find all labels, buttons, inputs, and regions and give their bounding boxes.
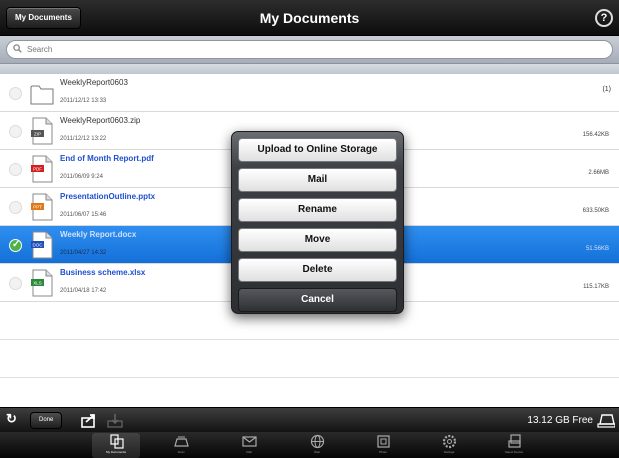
tab-label: Select Device	[504, 450, 524, 454]
file-size: 115.17KB	[583, 284, 609, 290]
my-documents-button[interactable]: My Documents	[6, 7, 81, 29]
upload-to-online-storage-button[interactable]: Upload to Online Storage	[238, 138, 397, 162]
empty-row	[0, 340, 619, 378]
tab-scan[interactable]: Scan	[157, 433, 205, 458]
done-button[interactable]: Done	[30, 412, 63, 429]
free-space-label: 13.12 GB Free	[527, 415, 593, 426]
search-bar	[0, 36, 619, 64]
file-date: 2011/04/18 17:42	[60, 288, 107, 294]
docx-file-icon: DOC	[31, 231, 53, 259]
photo-tab-icon	[376, 435, 390, 448]
documents-tab-icon	[109, 434, 124, 449]
file-size: 2.66MB	[588, 170, 609, 176]
file-size: 156.42KB	[582, 132, 609, 138]
scan-tab-icon	[173, 436, 189, 447]
file-date: 2011/12/12 13:33	[60, 98, 107, 104]
refresh-icon[interactable]: ↻	[6, 411, 24, 429]
file-name: WeeklyReport0603.zip	[60, 116, 141, 125]
tab-settings[interactable]: Settings	[425, 433, 473, 458]
file-name: Weekly Report.docx	[60, 230, 137, 239]
navigation-bar: My Documents My Documents ?	[0, 0, 619, 36]
tab-label: Scan	[177, 450, 185, 454]
selection-radio[interactable]	[9, 201, 22, 214]
tab-label: My Documents	[105, 450, 126, 454]
search-field[interactable]	[6, 40, 613, 59]
mail-tab-icon	[241, 436, 257, 447]
list-header-divider	[0, 64, 619, 74]
share-icon[interactable]	[80, 412, 98, 429]
selection-radio[interactable]	[9, 277, 22, 290]
file-badge: ZIP	[34, 132, 41, 137]
file-date: 2011/06/09 9:24	[60, 174, 103, 180]
download-icon[interactable]	[106, 412, 124, 429]
tab-label: Web	[313, 450, 321, 454]
file-size: 633.50KB	[582, 208, 609, 214]
item-count: (1)	[602, 86, 611, 93]
web-tab-icon	[310, 434, 324, 449]
file-badge: XLS	[33, 281, 42, 286]
file-badge: PDF	[33, 167, 42, 172]
file-size: 51.56KB	[585, 246, 609, 252]
mail-button[interactable]: Mail	[238, 168, 397, 192]
pdf-file-icon: PDF	[31, 155, 53, 183]
file-date: 2011/06/07 15:46	[60, 212, 107, 218]
tab-label: Mail	[246, 450, 252, 454]
selection-radio[interactable]	[9, 125, 22, 138]
selection-radio[interactable]	[9, 87, 22, 100]
tab-my-documents[interactable]: My Documents	[92, 433, 140, 458]
pptx-file-icon: PPT	[31, 193, 53, 221]
device-tab-icon	[507, 434, 521, 448]
tab-photo[interactable]: Photo	[359, 433, 407, 458]
file-name: PresentationOutline.pptx	[60, 192, 156, 201]
delete-button[interactable]: Delete	[238, 258, 397, 282]
tab-bar: My Documents Scan Mail Web Photo Setting…	[0, 432, 619, 458]
zip-file-icon: ZIP	[31, 117, 53, 145]
help-icon[interactable]: ?	[595, 9, 613, 27]
checkmark-icon: ✓	[12, 239, 21, 250]
file-name: End of Month Report.pdf	[60, 154, 154, 163]
file-name: Business scheme.xlsx	[60, 268, 146, 277]
page-title: My Documents	[259, 10, 360, 26]
folder-icon	[30, 85, 54, 105]
tab-web[interactable]: Web	[293, 433, 341, 458]
action-menu-popup: Upload to Online Storage Mail Rename Mov…	[231, 131, 404, 314]
tab-mail[interactable]: Mail	[225, 433, 273, 458]
bottom-toolbar: ↻ Done 13.12 GB Free	[0, 407, 619, 432]
selection-radio[interactable]	[9, 163, 22, 176]
file-date: 2011/04/27 14:32	[60, 250, 107, 256]
move-button[interactable]: Move	[238, 228, 397, 252]
file-date: 2011/12/12 13:22	[60, 136, 107, 142]
settings-tab-icon	[442, 434, 456, 449]
tab-label: Settings	[443, 450, 455, 454]
selection-radio[interactable]: ✓	[9, 239, 22, 252]
tab-label: Photo	[379, 450, 387, 454]
search-input[interactable]	[27, 42, 587, 57]
file-badge: PPT	[33, 205, 42, 210]
drive-icon[interactable]	[597, 413, 615, 428]
search-icon	[13, 44, 22, 53]
file-badge: DOC	[33, 243, 44, 248]
app-window: My Documents My Documents ? WeeklyReport…	[0, 0, 619, 458]
file-row[interactable]: WeeklyReport0603 2011/12/12 13:33 (1)	[0, 74, 619, 112]
xlsx-file-icon: XLS	[31, 269, 53, 297]
cancel-button[interactable]: Cancel	[238, 288, 397, 312]
rename-button[interactable]: Rename	[238, 198, 397, 222]
file-name: WeeklyReport0603	[60, 78, 128, 87]
tab-select-device[interactable]: Select Device	[490, 433, 538, 458]
